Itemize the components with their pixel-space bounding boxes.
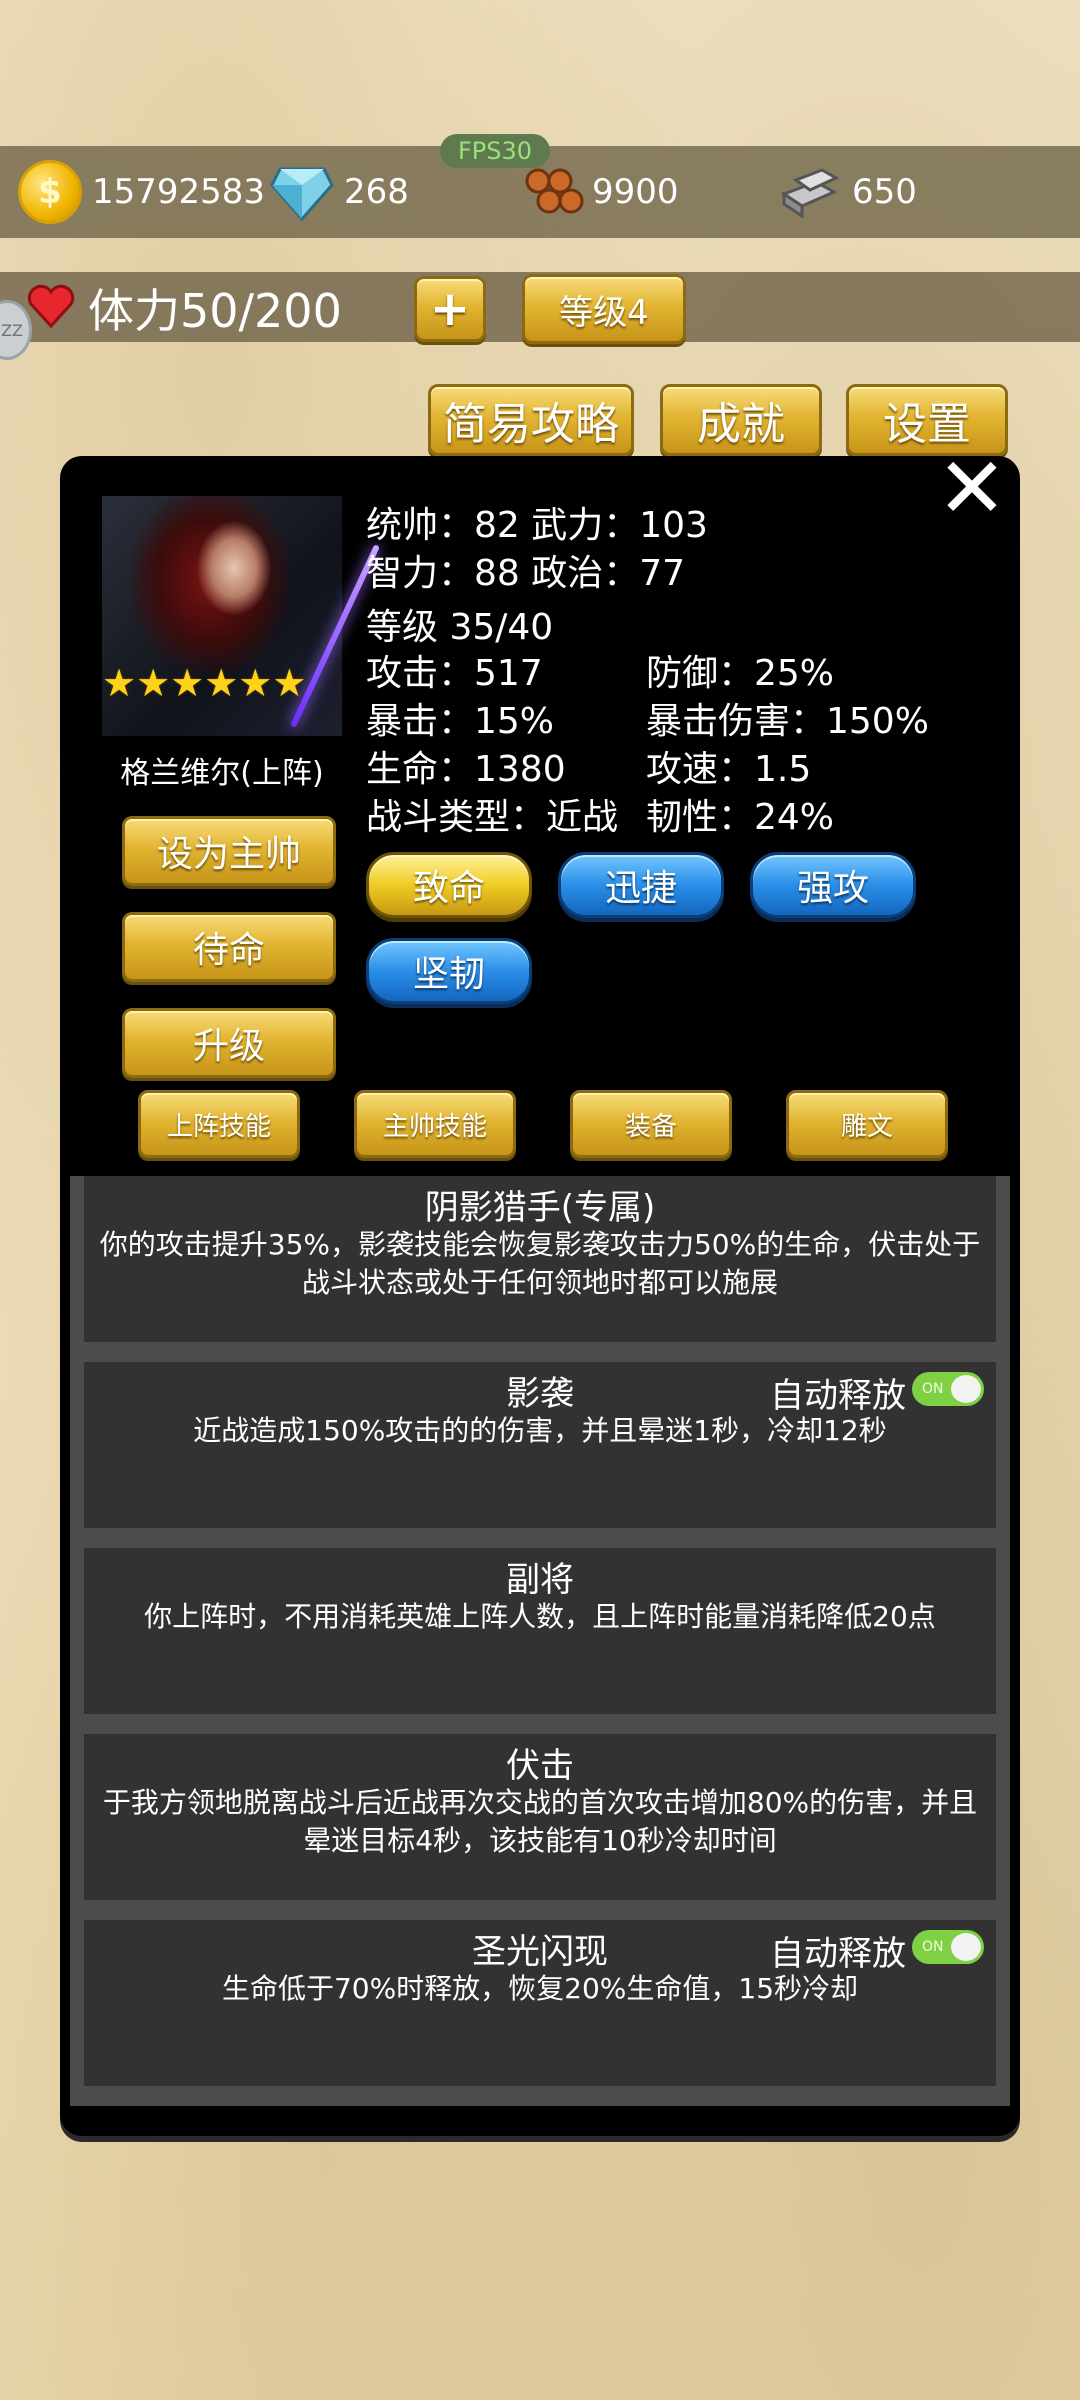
tab-deploy-skills[interactable]: 上阵技能 — [138, 1090, 300, 1158]
skill-description: 你上阵时，不用消耗英雄上阵人数，且上阵时能量消耗降低20点 — [144, 1600, 936, 1633]
gold-amount: 15792583 — [92, 172, 266, 212]
iron-amount: 650 — [852, 172, 917, 212]
stat-toughness: 韧性：24% — [646, 797, 835, 838]
stat-hp: 生命：1380 — [366, 749, 566, 790]
skill-title: 副将 — [506, 1560, 574, 1600]
toggle-knob — [951, 1933, 981, 1961]
skill-title: 阴影猎手(专属) — [424, 1188, 656, 1228]
stat-attack: 攻击：517 — [366, 653, 543, 694]
stat-combat-type: 战斗类型：近战 — [366, 797, 619, 838]
skill-description: 你的攻击提升35%，影袭技能会恢复影袭攻击力50%的生命，伏击处于战斗状态或处于… — [99, 1228, 981, 1299]
side-badge-text: ZZ — [1, 320, 23, 340]
auto-cast-toggle[interactable]: ON — [912, 1372, 984, 1406]
trait-tag[interactable]: 强攻 — [750, 852, 916, 918]
skill-title: 伏击 — [506, 1746, 574, 1786]
stat-crit: 暴击：15% — [366, 701, 555, 742]
trait-tag[interactable]: 致命 — [366, 852, 532, 918]
skill-description: 生命低于70%时释放，恢复20%生命值，15秒冷却 — [221, 1972, 859, 2005]
set-commander-button[interactable]: 设为主帅 — [122, 816, 336, 886]
skill-card: 副将 你上阵时，不用消耗英雄上阵人数，且上阵时能量消耗降低20点 — [84, 1548, 996, 1714]
wood-resource: 9900 — [524, 146, 679, 238]
skill-card: 阴影猎手(专属) 你的攻击提升35%，影袭技能会恢复影袭攻击力50%的生命，伏击… — [84, 1176, 996, 1342]
iron-ingot-icon — [780, 168, 840, 219]
skills-list[interactable]: 阴影猎手(专属) 你的攻击提升35%，影袭技能会恢复影袭攻击力50%的生命，伏击… — [70, 1176, 1010, 2106]
diamond-icon — [270, 167, 334, 221]
heart-icon — [27, 284, 75, 329]
toggle-on-text: ON — [922, 1939, 944, 1955]
upgrade-button[interactable]: 升级 — [122, 1008, 336, 1078]
trait-tag[interactable]: 迅捷 — [558, 852, 724, 918]
iron-resource: 650 — [776, 146, 917, 238]
tab-glyphs[interactable]: 雕文 — [786, 1090, 948, 1158]
skill-card: 伏击 于我方领地脱离战斗后近战再次交战的首次攻击增加80%的伤害，并且晕迷目标4… — [84, 1734, 996, 1900]
skill-card: 圣光闪现 自动释放 ON 生命低于70%时释放，恢复20%生命值，15秒冷却 — [84, 1920, 996, 2086]
hero-name: 格兰维尔(上阵) — [120, 756, 324, 791]
close-icon[interactable]: ✕ — [936, 446, 1008, 530]
diamond-resource: 268 — [270, 146, 409, 238]
trait-tag[interactable]: 坚韧 — [366, 938, 532, 1004]
gold-coin-icon: $ — [18, 160, 82, 224]
stat-defense: 防御：25% — [646, 653, 835, 694]
gold-resource: $ 15792583 — [18, 146, 265, 238]
diamond-amount: 268 — [344, 172, 409, 212]
standby-button[interactable]: 待命 — [122, 912, 336, 982]
auto-cast-label: 自动释放 — [770, 1934, 906, 1974]
stat-level: 等级 35/40 — [366, 607, 554, 648]
achievement-button[interactable]: 成就 — [660, 384, 822, 456]
add-stamina-button[interactable]: + — [414, 276, 486, 342]
auto-cast-label: 自动释放 — [770, 1376, 906, 1416]
hero-stars: ★★★★★★ — [102, 661, 307, 705]
toggle-on-text: ON — [922, 1381, 944, 1397]
skill-description: 于我方领地脱离战斗后近战再次交战的首次攻击增加80%的伤害，并且晕迷目标4秒，该… — [102, 1786, 978, 1857]
tab-equipment[interactable]: 装备 — [570, 1090, 732, 1158]
skill-card: 影袭 自动释放 ON 近战造成150%攻击的的伤害，并且晕迷1秒，冷却12秒 — [84, 1362, 996, 1528]
toggle-knob — [951, 1375, 981, 1403]
wood-logs-icon — [525, 168, 584, 214]
stat-intelligence-politics: 智力：88 政治：77 — [366, 553, 686, 594]
skill-description: 近战造成150%攻击的的伤害，并且晕迷1秒，冷却12秒 — [193, 1414, 887, 1447]
stat-attack-speed: 攻速：1.5 — [646, 749, 812, 790]
player-level-button[interactable]: 等级4 — [522, 274, 686, 344]
stamina-text: 体力50/200 — [88, 284, 342, 338]
guide-button[interactable]: 简易攻略 — [428, 384, 634, 456]
stat-command-force: 统帅：82 武力：103 — [366, 505, 708, 546]
stat-crit-damage: 暴击伤害：150% — [646, 701, 929, 742]
auto-cast-toggle[interactable]: ON — [912, 1930, 984, 1964]
wood-amount: 9900 — [592, 172, 679, 212]
tab-commander-skills[interactable]: 主帅技能 — [354, 1090, 516, 1158]
